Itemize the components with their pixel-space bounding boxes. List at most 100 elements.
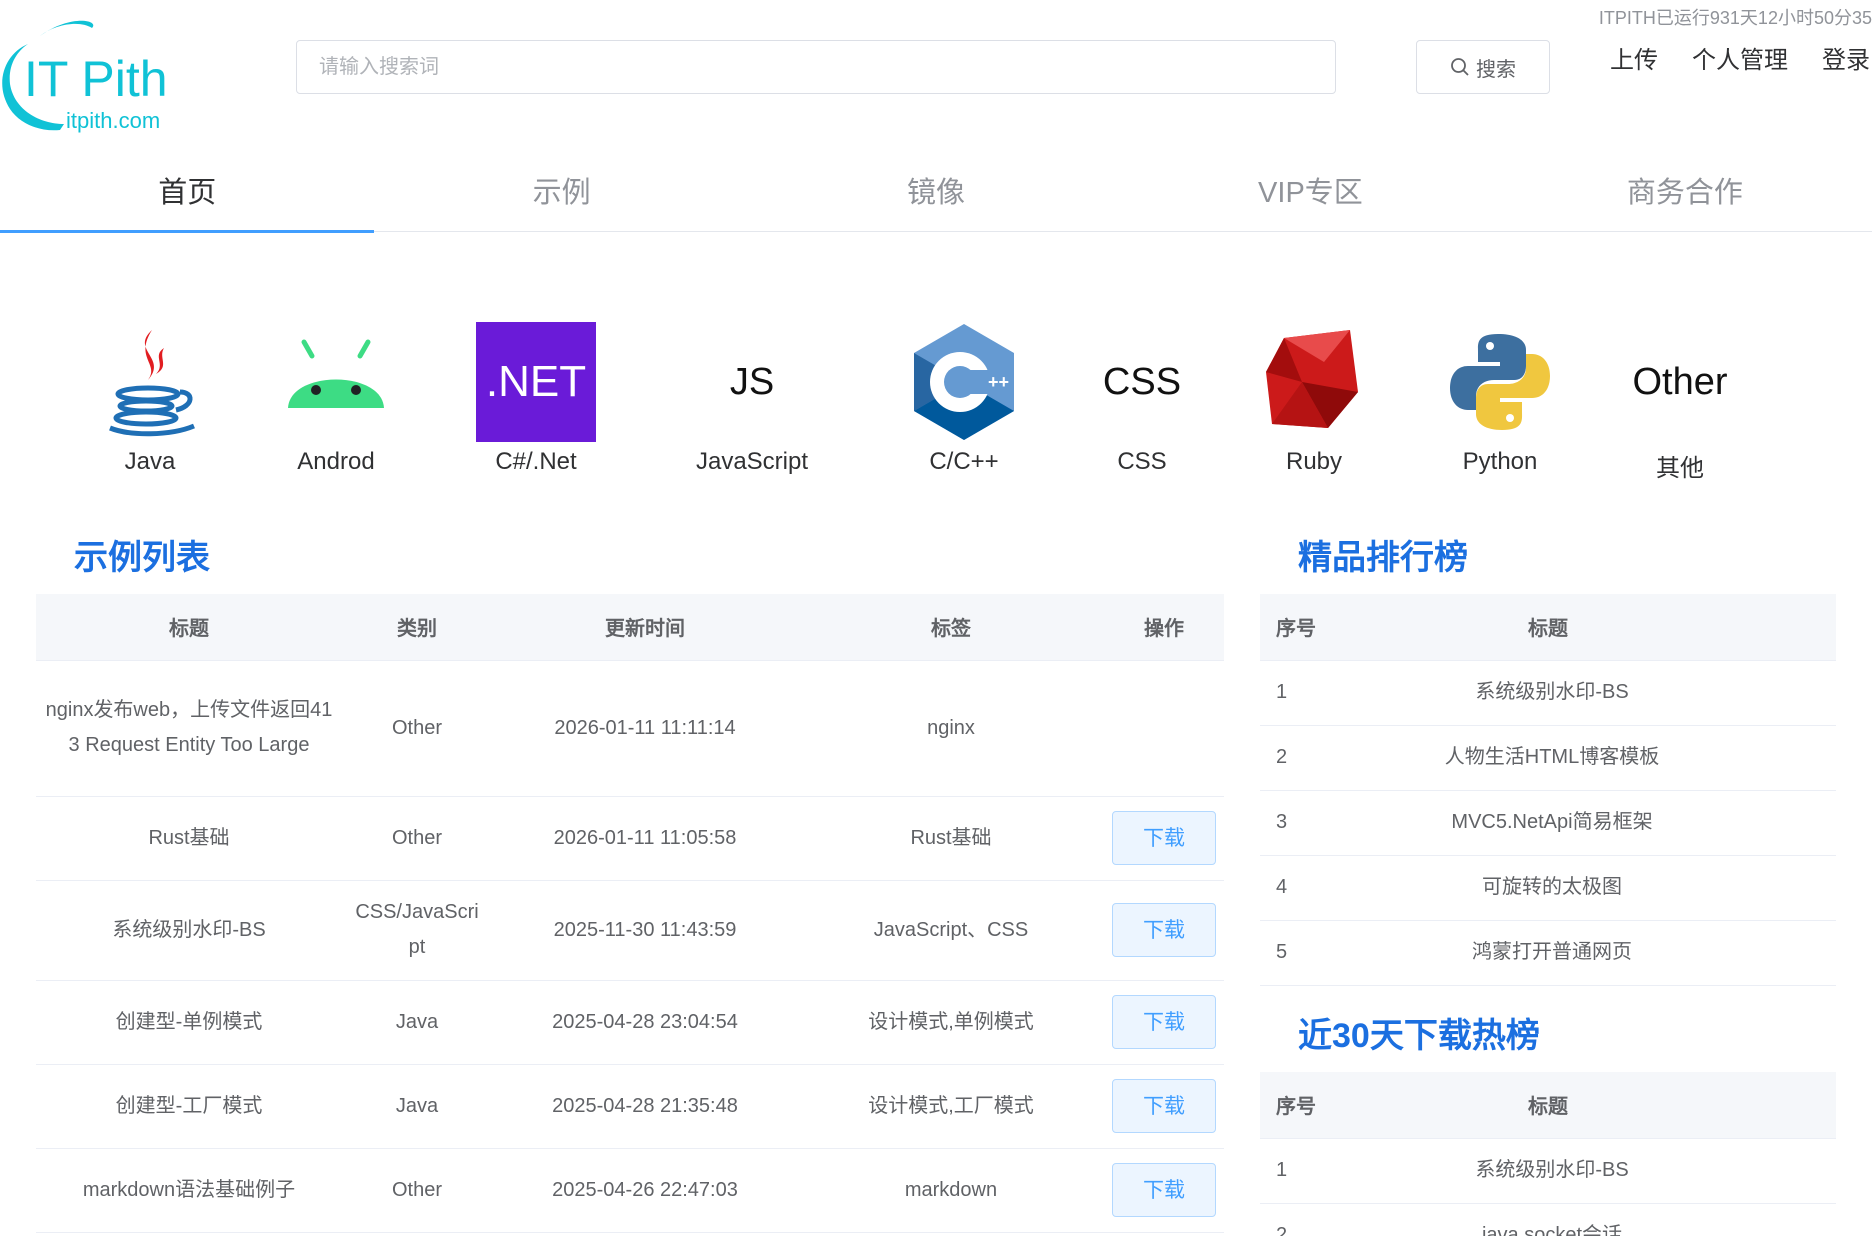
category-other[interactable]: Other 其他: [1590, 322, 1770, 483]
col-title: 标题: [1380, 1072, 1836, 1139]
col-no: 序号: [1260, 594, 1380, 661]
row-actions: [1104, 660, 1224, 797]
row-updated: 2026-01-11 11:11:14: [492, 660, 798, 797]
svg-text:++: ++: [988, 372, 1009, 392]
row-category: Other: [342, 796, 492, 881]
category-python[interactable]: Python: [1410, 322, 1590, 476]
dotnet-icon-text: .NET: [485, 357, 587, 406]
page: ITPITH已运行931天12小时50分35 IT Pith itpith.co…: [0, 0, 1872, 1236]
category-label: Androd: [297, 448, 375, 475]
row-tags: 设计模式,单例模式: [798, 980, 1104, 1065]
site-logo[interactable]: IT Pith itpith.com: [0, 14, 210, 134]
ranking-row: 5 鸿蒙打开普通网页: [1260, 920, 1836, 986]
row-actions: 下载: [1104, 1064, 1224, 1149]
row-title[interactable]: 创建型-单例模式: [36, 980, 342, 1065]
category-label: CSS: [1117, 448, 1167, 475]
col-category: 类别: [342, 594, 492, 661]
tab-vip[interactable]: VIP专区: [1123, 148, 1497, 232]
table-header: 序号 标题: [1260, 594, 1836, 661]
android-icon: [276, 322, 396, 442]
row-category: Other: [342, 1148, 492, 1233]
download-button[interactable]: 下载: [1112, 1079, 1216, 1133]
row-category: Java: [342, 1064, 492, 1149]
table-row: 创建型-单例模式 Java 2025-04-28 23:04:54 设计模式,单…: [36, 980, 1224, 1065]
ranking-title-link[interactable]: 系统级别水印-BS: [1380, 660, 1836, 726]
col-updated: 更新时间: [492, 594, 798, 661]
table-header: 序号 标题: [1260, 1072, 1836, 1139]
hot30-title-link[interactable]: java socket会话: [1380, 1203, 1836, 1236]
dotnet-icon: .NET: [476, 322, 596, 442]
css-icon-text: CSS: [1102, 360, 1182, 403]
row-tags: 设计模式,工厂模式: [798, 1064, 1104, 1149]
row-updated: 2026-01-11 11:05:58: [492, 796, 798, 881]
ranking-title-link[interactable]: MVC5.NetApi简易框架: [1380, 790, 1836, 856]
category-ruby[interactable]: Ruby: [1224, 322, 1404, 476]
category-label: Java: [124, 448, 176, 475]
examples-title: 示例列表: [74, 539, 210, 577]
logo-text: IT Pith: [24, 51, 168, 107]
category-java[interactable]: Java: [60, 322, 240, 476]
cpp-icon: ++: [904, 322, 1024, 442]
search-button[interactable]: 搜索: [1416, 40, 1550, 94]
row-category: Other: [342, 660, 492, 797]
ranking-row: 2 人物生活HTML博客模板: [1260, 725, 1836, 791]
ranking-title-link[interactable]: 鸿蒙打开普通网页: [1380, 920, 1836, 986]
row-title[interactable]: 创建型-工厂模式: [36, 1064, 342, 1149]
col-title: 标题: [1380, 594, 1836, 661]
tab-business[interactable]: 商务合作: [1498, 148, 1872, 232]
hot30-no: 2: [1260, 1203, 1380, 1236]
row-actions: 下载: [1104, 880, 1224, 981]
row-actions: 下载: [1104, 1148, 1224, 1233]
table-row: Rust基础 Other 2026-01-11 11:05:58 Rust基础 …: [36, 796, 1224, 881]
tab-home[interactable]: 首页: [0, 148, 375, 233]
download-button[interactable]: 下载: [1112, 1163, 1216, 1217]
python-icon: [1440, 322, 1560, 442]
row-title[interactable]: Rust基础: [36, 796, 342, 881]
row-title[interactable]: nginx发布web，上传文件返回413 Request Entity Too …: [36, 660, 342, 797]
download-button[interactable]: 下载: [1112, 811, 1216, 865]
hot30-row: 1 系统级别水印-BS: [1260, 1138, 1836, 1204]
category-android[interactable]: Androd: [246, 322, 426, 476]
row-updated: 2025-04-28 23:04:54: [492, 980, 798, 1065]
login-link[interactable]: 登录: [1822, 40, 1870, 75]
table-row: nginx发布web，上传文件返回413 Request Entity Too …: [36, 660, 1224, 797]
other-icon: Other: [1620, 322, 1740, 442]
js-icon-text: JS: [729, 360, 775, 403]
row-tags: Rust基础: [798, 796, 1104, 881]
category-dotnet[interactable]: .NET C#/.Net: [446, 322, 626, 476]
category-javascript[interactable]: JS JavaScript: [662, 322, 842, 476]
row-updated: 2025-11-30 11:43:59: [492, 880, 798, 981]
category-cpp[interactable]: ++ C/C++: [874, 322, 1054, 476]
hot30-title-link[interactable]: 系统级别水印-BS: [1380, 1138, 1836, 1204]
search-input[interactable]: [296, 40, 1336, 94]
row-title[interactable]: markdown语法基础例子: [36, 1148, 342, 1233]
ranking-title-link[interactable]: 人物生活HTML博客模板: [1380, 725, 1836, 791]
table-header: 标题 类别 更新时间 标签 操作: [36, 594, 1224, 661]
css-icon: CSS: [1082, 322, 1202, 442]
hot30-title: 近30天下载热榜: [1298, 1017, 1540, 1055]
download-button[interactable]: 下载: [1112, 903, 1216, 957]
category-label: Python: [1462, 448, 1538, 475]
download-button[interactable]: 下载: [1112, 995, 1216, 1049]
category-label: C/C++: [929, 448, 999, 475]
examples-table: 标题 类别 更新时间 标签 操作 nginx发布web，上传文件返回413 Re…: [36, 594, 1224, 1233]
row-updated: 2025-04-28 21:35:48: [492, 1064, 798, 1149]
hot30-row: 2 java socket会话: [1260, 1203, 1836, 1236]
ranking-title: 精品排行榜: [1298, 539, 1468, 577]
ruby-icon: [1254, 322, 1374, 442]
row-actions: 下载: [1104, 796, 1224, 881]
account-link[interactable]: 个人管理: [1692, 40, 1788, 75]
row-tags: JavaScript、CSS: [798, 880, 1104, 981]
tab-mirrors[interactable]: 镜像: [749, 148, 1123, 232]
ranking-title-link[interactable]: 可旋转的太极图: [1380, 855, 1836, 921]
table-row: markdown语法基础例子 Other 2025-04-26 22:47:03…: [36, 1148, 1224, 1233]
upload-link[interactable]: 上传: [1610, 40, 1658, 75]
hot30-no: 1: [1260, 1138, 1380, 1204]
ranking-no: 3: [1260, 790, 1380, 856]
category-label: 其他: [1656, 455, 1704, 482]
row-updated: 2025-04-26 22:47:03: [492, 1148, 798, 1233]
row-title[interactable]: 系统级别水印-BS: [36, 880, 342, 981]
category-css[interactable]: CSS CSS: [1052, 322, 1232, 476]
ranking-no: 1: [1260, 660, 1380, 726]
tab-examples[interactable]: 示例: [374, 148, 748, 232]
